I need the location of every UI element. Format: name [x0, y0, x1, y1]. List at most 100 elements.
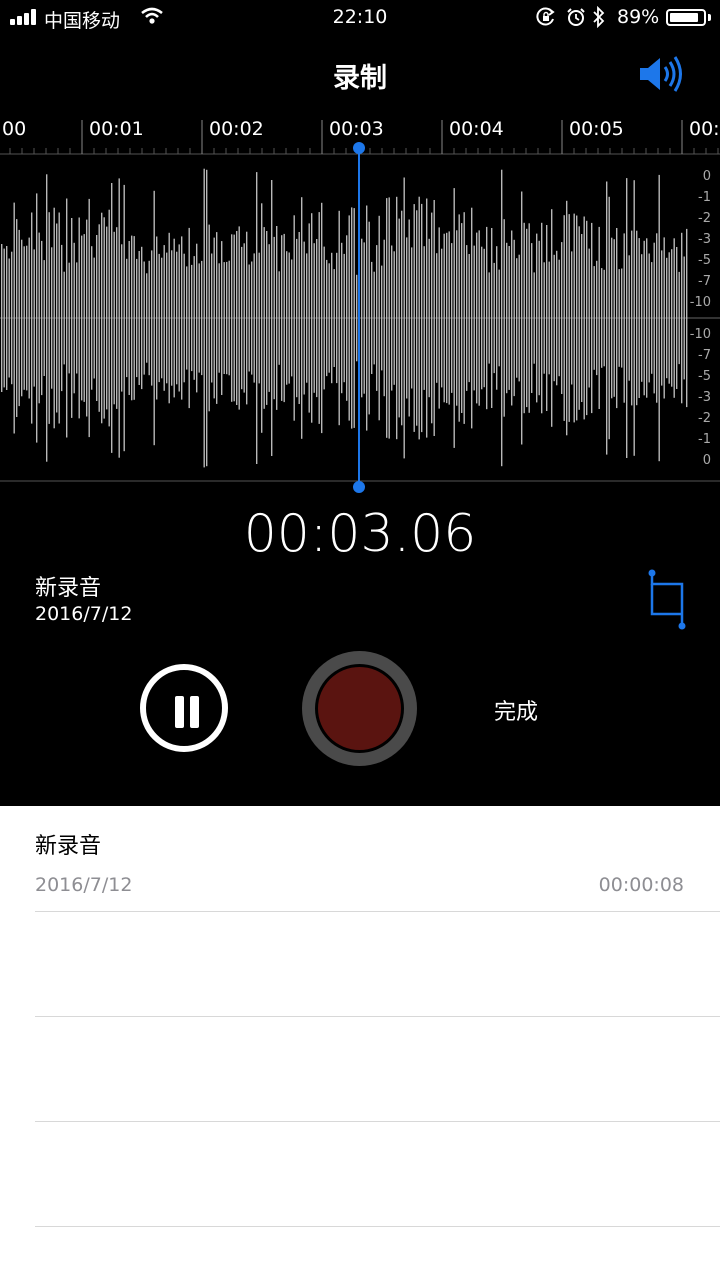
- waveform-bar: [588, 248, 590, 388]
- timeline-label: 00: [2, 118, 27, 140]
- waveform-bar: [546, 225, 548, 411]
- waveform-bar: [351, 207, 353, 429]
- waveform-bar: [148, 260, 150, 376]
- waveform-bar: [1, 244, 3, 392]
- waveform-bar: [491, 228, 493, 408]
- waveform-bar: [336, 252, 338, 384]
- waveform-bar: [598, 226, 600, 409]
- battery-icon: [666, 9, 706, 26]
- waveform-bar: [661, 250, 663, 386]
- waveform-bar: [626, 178, 628, 458]
- waveform-bar: [421, 203, 423, 433]
- waveform-bar: [251, 261, 253, 375]
- waveform-bar: [308, 223, 310, 413]
- waveform-bar: [628, 255, 630, 381]
- waveform-bar: [548, 261, 550, 375]
- done-button[interactable]: 完成: [494, 694, 538, 726]
- waveform-bar: [406, 237, 408, 399]
- list-separator: [35, 1121, 720, 1122]
- waveform-bar: [476, 232, 478, 404]
- waveform-bar: [488, 272, 490, 364]
- playhead[interactable]: [358, 148, 360, 488]
- waveform-bar: [281, 235, 283, 401]
- waveform-bar: [56, 223, 58, 413]
- recording-title[interactable]: 新录音: [35, 570, 101, 602]
- waveform-bar: [233, 234, 235, 402]
- waveform-bar: [443, 233, 445, 403]
- waveform-bar: [408, 219, 410, 417]
- waveform-bar: [296, 238, 298, 398]
- waveform-bar: [38, 232, 40, 404]
- waveform-bar: [641, 254, 643, 382]
- waveform-bar: [151, 250, 153, 386]
- waveform-bar: [221, 241, 223, 395]
- waveform-bar: [478, 230, 480, 406]
- waveform-bar: [506, 242, 508, 394]
- waveform-bar: [48, 212, 50, 424]
- waveform-bar: [156, 236, 158, 400]
- list-item-date: 2016/7/12: [35, 874, 133, 896]
- waveform-bar: [413, 204, 415, 432]
- waveform-bar: [653, 242, 655, 394]
- waveform-bar: [393, 251, 395, 385]
- waveform-bar: [83, 234, 85, 402]
- waveform-bar: [411, 247, 413, 389]
- waveform-bar: [438, 227, 440, 409]
- waveform-bar: [158, 253, 160, 383]
- waveform-bar: [211, 253, 213, 383]
- waveform-bar: [278, 271, 280, 365]
- waveform[interactable]: 0 -1 -2 -3 -5 -7 -10 -10 -7 -5 -3 -2 -1 …: [0, 155, 720, 482]
- list-item-title: 新录音: [35, 834, 102, 859]
- pause-button[interactable]: [140, 664, 228, 752]
- record-button[interactable]: [302, 651, 417, 766]
- waveform-bar: [313, 243, 315, 393]
- waveform-bar: [248, 264, 250, 372]
- waveform-bar: [683, 256, 685, 380]
- waveform-bar: [523, 222, 525, 414]
- waveform-bar: [46, 174, 48, 462]
- playhead-bottom-handle[interactable]: [353, 481, 365, 493]
- playhead-top-handle[interactable]: [353, 142, 365, 154]
- recording-date: 2016/7/12: [35, 603, 133, 625]
- waveform-bar: [76, 262, 78, 374]
- waveform-bar: [473, 245, 475, 391]
- waveform-bar: [428, 238, 430, 398]
- waveform-bar: [396, 196, 398, 440]
- waveform-bar: [578, 226, 580, 410]
- db-label: -5: [698, 253, 711, 268]
- bluetooth-icon: [593, 6, 605, 28]
- waveform-bar: [258, 252, 260, 384]
- waveform-bar: [606, 181, 608, 455]
- waveform-bar: [346, 235, 348, 401]
- waveform-bar: [81, 235, 83, 401]
- waveform-bar: [11, 251, 13, 385]
- waveform-bar: [366, 205, 368, 431]
- speaker-volume-icon[interactable]: [636, 52, 688, 96]
- timeline-label: 00:04: [449, 118, 504, 140]
- waveform-bar: [458, 214, 460, 422]
- waveform-bar: [111, 183, 113, 453]
- waveform-bar: [23, 246, 25, 390]
- status-time: 22:10: [332, 6, 388, 28]
- waveform-bar: [483, 248, 485, 388]
- waveform-bar: [613, 239, 615, 397]
- trim-icon[interactable]: [644, 568, 690, 632]
- record-ring: [315, 664, 404, 753]
- waveform-bar: [333, 269, 335, 367]
- waveform-bar: [321, 202, 323, 434]
- waveform-bar: [516, 258, 518, 378]
- waveform-bar: [363, 242, 365, 394]
- waveform-bar: [253, 253, 255, 383]
- waveform-bar: [361, 238, 363, 398]
- waveform-bar: [496, 246, 498, 390]
- waveform-bar: [293, 215, 295, 421]
- waveform-bar: [208, 224, 210, 412]
- waveform-bar: [63, 271, 65, 365]
- waveform-bar: [511, 230, 513, 406]
- waveform-bar: [571, 251, 573, 385]
- waveform-bar: [441, 248, 443, 388]
- waveform-bar: [276, 226, 278, 410]
- waveform-bar: [513, 239, 515, 397]
- waveform-bar: [301, 197, 303, 439]
- waveform-bar: [128, 241, 130, 395]
